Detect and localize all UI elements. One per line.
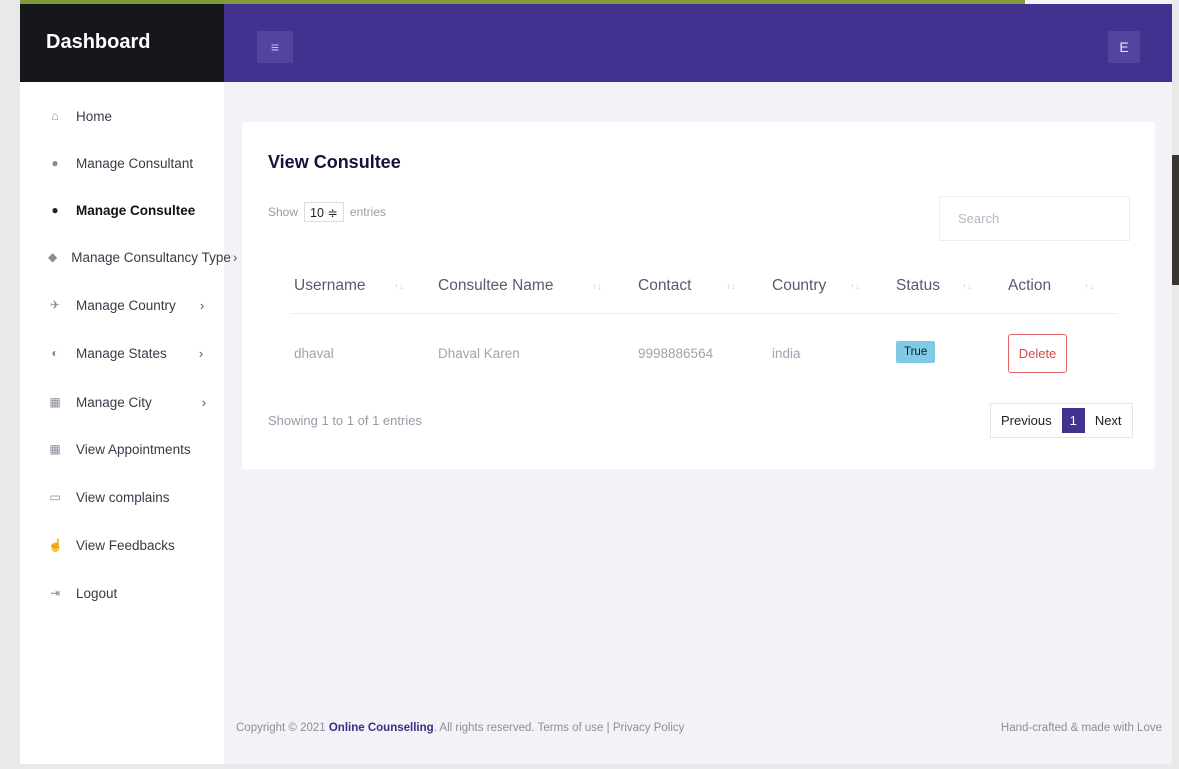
status-badge: True [896, 341, 936, 363]
show-label: Show [268, 205, 299, 219]
footer-suffix: . All rights reserved. Terms of use | Pr… [433, 722, 685, 734]
cell-contact: 9998886564 [638, 346, 714, 361]
chevron-right-icon: › [232, 249, 238, 265]
footer-credit: Hand-crafted & made with Love [1000, 722, 1162, 734]
background-edge [1172, 155, 1179, 285]
sidebar-item-manage-consultee[interactable]: ● Manage Consultee [20, 195, 230, 225]
sidebar-item-label: Home [76, 108, 113, 124]
cell-consultee-name: Dhaval Karen [438, 346, 520, 361]
app-frame: Dashboard ≡ E ⌂ Home ● Manage Consultant… [20, 0, 1172, 764]
cell-username: dhaval [294, 346, 334, 361]
sidebar-item-label: Manage Country [76, 297, 176, 313]
home-icon: ⌂ [51, 109, 59, 123]
sort-icon[interactable]: ↑↓ [592, 281, 603, 291]
top-navbar: ≡ E [224, 4, 1172, 82]
page-1-button[interactable]: 1 [1061, 408, 1085, 433]
menu-toggle-button[interactable]: ≡ [257, 31, 293, 63]
sidebar-item-label: View Feedbacks [76, 537, 175, 553]
sidebar-item-logout[interactable]: ⇥ Logout [20, 578, 230, 608]
column-header-action[interactable]: Action [1008, 277, 1051, 295]
entries-label: entries [349, 205, 386, 219]
column-header-contact[interactable]: Contact [638, 277, 691, 295]
footer-copyright: Copyright © 2021 Online Counselling. All… [236, 722, 684, 734]
sidebar-item-label: Manage City [76, 394, 152, 410]
entries-select[interactable]: 10 ≑ [304, 202, 344, 222]
user-icon: ● [51, 156, 59, 170]
sort-icon[interactable]: ↑↓ [962, 281, 973, 291]
layers-icon: ◆ [48, 250, 58, 264]
sidebar-item-view-complains[interactable]: ▭ View complains [20, 482, 230, 512]
brand-title[interactable]: Dashboard [20, 4, 224, 82]
sidebar-item-label: View Appointments [76, 441, 191, 457]
column-header-status[interactable]: Status [896, 277, 940, 295]
sidebar: ⌂ Home ● Manage Consultant ● Manage Cons… [20, 82, 237, 764]
sidebar-item-label: Logout [76, 585, 118, 601]
page-title: View Consultee [268, 152, 401, 172]
sidebar-item-label: Manage States [76, 345, 167, 361]
chevron-right-icon: › [199, 297, 205, 313]
sidebar-item-label: Manage Consultancy Type [71, 249, 231, 265]
cell-country: india [772, 346, 801, 361]
footer-brand-link[interactable]: Online Counselling [329, 722, 434, 734]
column-header-consultee-name[interactable]: Consultee Name [438, 277, 553, 295]
sort-icon[interactable]: ↑↓ [726, 281, 737, 291]
column-header-username[interactable]: Username [294, 277, 366, 295]
consultee-card: View Consultee Show 10 ≑ entries Usernam… [242, 122, 1155, 469]
pagination: Previous 1 Next [990, 403, 1133, 438]
sidebar-item-label: Manage Consultee [76, 202, 196, 218]
sidebar-item-view-appointments[interactable]: ▦ View Appointments [20, 434, 230, 464]
chevron-right-icon: › [201, 394, 207, 410]
sort-icon[interactable]: ↑↓ [394, 281, 405, 291]
chevron-right-icon: › [198, 345, 204, 361]
map-icon: ◐ [51, 346, 59, 360]
logout-icon: ⇥ [49, 586, 61, 600]
grid-icon: ▦ [49, 395, 61, 409]
sidebar-item-manage-city[interactable]: ▦ Manage City › [20, 387, 230, 417]
sidebar-item-manage-states[interactable]: ◐ Manage States › [20, 338, 230, 368]
next-page-button[interactable]: Next [1085, 404, 1132, 437]
entries-length-control: Show 10 ≑ entries [268, 202, 386, 222]
sidebar-item-manage-consultant[interactable]: ● Manage Consultant [20, 148, 230, 178]
calendar-icon: ▦ [49, 442, 61, 456]
delete-button[interactable]: Delete [1008, 334, 1067, 373]
sidebar-item-manage-country[interactable]: ✈ Manage Country › [20, 290, 230, 320]
column-header-country[interactable]: Country [772, 277, 826, 295]
avatar-initial: E [1119, 39, 1129, 55]
sidebar-item-manage-consultancy-type[interactable]: ◆ Manage Consultancy Type › [20, 242, 237, 272]
footer-prefix: Copyright © 2021 [236, 722, 329, 734]
previous-page-button[interactable]: Previous [991, 404, 1062, 437]
user-icon: ● [51, 203, 59, 217]
sidebar-item-label: View complains [76, 489, 170, 505]
user-avatar-button[interactable]: E [1108, 31, 1140, 63]
sidebar-item-label: Manage Consultant [76, 155, 194, 171]
comment-icon: ▭ [49, 490, 61, 504]
sort-icon[interactable]: ↑↓ [850, 281, 861, 291]
thumbs-up-icon: ☝ [48, 538, 63, 552]
sort-icon[interactable]: ↑↓ [1084, 281, 1095, 291]
plane-icon: ✈ [49, 298, 61, 312]
sidebar-item-view-feedbacks[interactable]: ☝ View Feedbacks [20, 530, 230, 560]
sidebar-item-home[interactable]: ⌂ Home [20, 101, 230, 131]
search-input[interactable] [939, 196, 1130, 241]
table-info: Showing 1 to 1 of 1 entries [268, 413, 422, 428]
table-header-divider [290, 313, 1118, 314]
hamburger-icon: ≡ [270, 39, 280, 55]
